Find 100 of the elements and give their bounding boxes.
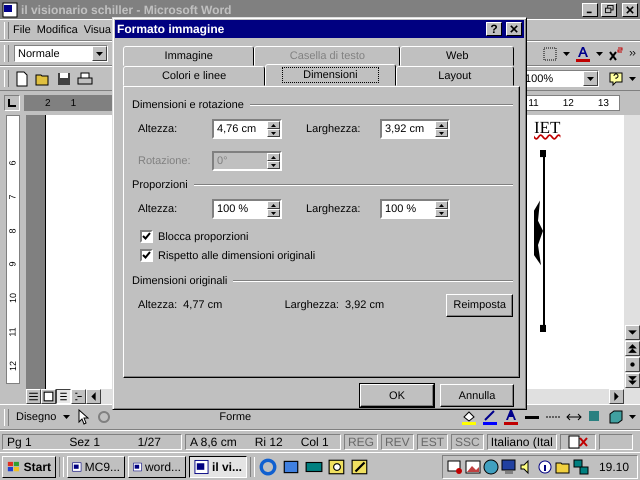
shapes-menu[interactable]: Forme <box>217 411 254 423</box>
ruler-number: 8 <box>8 228 18 234</box>
scale-width-spinbox[interactable]: 100 % <box>380 199 450 219</box>
tab[interactable]: Dimensioni <box>265 64 396 86</box>
down-arrow-icon[interactable] <box>271 212 276 214</box>
menu-item[interactable]: Modifica <box>34 24 80 36</box>
next-page-icon[interactable] <box>624 373 640 388</box>
ruler-number: 10 <box>8 293 18 304</box>
left-tab-icon <box>8 99 16 107</box>
reset-button[interactable]: Reimposta <box>446 294 513 316</box>
page-view-icon[interactable] <box>56 389 71 404</box>
down-arrow-icon[interactable] <box>439 212 444 214</box>
web-view-icon[interactable] <box>41 389 56 404</box>
height-spinbox[interactable]: 4,76 cm <box>212 119 282 139</box>
pencil-icon[interactable] <box>351 458 369 476</box>
scroll-right-icon[interactable] <box>609 389 624 404</box>
document-icon <box>194 458 209 474</box>
checkbox-label[interactable]: Blocca proporzioni <box>158 230 248 242</box>
close-icon <box>626 6 634 14</box>
original-width: 3,92 cm <box>345 299 386 311</box>
menu-item[interactable]: File <box>11 24 33 36</box>
network-icon[interactable] <box>572 458 589 474</box>
checkbox-label[interactable]: Rispetto alle dimensioni originali <box>158 250 316 262</box>
ruler-number: 12 <box>8 360 18 371</box>
tab[interactable]: Colori e linee <box>123 66 266 86</box>
up-arrow-icon[interactable] <box>439 204 444 206</box>
font-color-icon[interactable] <box>575 46 591 62</box>
fill-color-icon[interactable] <box>461 409 477 425</box>
field-label: Larghezza: <box>284 299 339 311</box>
ruler-number: 6 <box>8 160 18 166</box>
down-arrow-icon[interactable] <box>439 132 444 134</box>
help-button[interactable]: ? <box>486 22 502 36</box>
line-color-icon[interactable] <box>482 409 498 425</box>
image-icon[interactable] <box>464 458 481 474</box>
taskbar-button[interactable]: il vi... <box>189 456 247 478</box>
printer-icon[interactable] <box>77 70 93 86</box>
up-arrow-icon[interactable] <box>439 124 444 126</box>
up-arrow-icon[interactable] <box>271 204 276 206</box>
borders-icon[interactable] <box>542 46 558 62</box>
dialog-button[interactable]: Annulla <box>440 384 514 407</box>
globe-icon[interactable] <box>482 458 499 474</box>
status-indicator: Italiano (Ital <box>486 434 557 450</box>
close-button[interactable] <box>506 22 522 36</box>
field-label: Rotazione: <box>138 155 192 167</box>
caret-icon[interactable] <box>629 414 636 420</box>
superscript-icon[interactable] <box>608 46 624 62</box>
scroll-down-icon[interactable] <box>624 325 640 340</box>
caret-icon <box>96 52 103 56</box>
width-spinbox[interactable]: 3,92 cm <box>380 119 450 139</box>
field-label: Larghezza: <box>306 123 362 135</box>
normal-view-icon[interactable] <box>26 389 41 404</box>
caret-icon[interactable] <box>63 414 70 420</box>
taskbar-button[interactable]: word... <box>128 456 186 478</box>
draw-menu[interactable]: Disegno <box>14 411 58 423</box>
scheduler-icon[interactable] <box>446 458 463 474</box>
caret-icon[interactable] <box>629 76 636 82</box>
close-button[interactable] <box>622 2 638 16</box>
restore-button[interactable] <box>601 2 617 16</box>
search-icon[interactable] <box>328 458 346 476</box>
scale-height-spinbox[interactable]: 100 % <box>212 199 282 219</box>
document-text: IET <box>534 118 562 138</box>
menu-item[interactable]: Visua <box>82 24 114 36</box>
dialog-button[interactable]: OK <box>360 384 434 407</box>
help-icon[interactable] <box>608 70 624 86</box>
taskbar-button[interactable]: MC9... <box>67 456 125 478</box>
cube-icon[interactable] <box>608 409 624 425</box>
minimize-button[interactable] <box>582 2 598 16</box>
ruler-number: 11 <box>528 98 539 108</box>
checkbox[interactable] <box>140 230 153 243</box>
previous-page-icon[interactable] <box>624 341 640 356</box>
outline-view-icon[interactable] <box>71 389 86 404</box>
tab[interactable]: Web <box>400 46 514 66</box>
window-title: il visionario schiller - Microsoft Word <box>21 2 232 16</box>
browser-icon[interactable] <box>259 458 277 476</box>
down-arrow-icon[interactable] <box>271 132 276 134</box>
style-dropdown[interactable]: Normale <box>14 45 108 62</box>
status-indicator: SSC <box>451 434 484 450</box>
ruler-number: 11 <box>8 327 18 337</box>
monitor-icon[interactable] <box>500 458 517 474</box>
caret-icon[interactable] <box>596 50 603 56</box>
info-icon[interactable] <box>536 458 553 474</box>
clock: 19.10 <box>598 460 629 474</box>
checkbox[interactable] <box>140 249 153 262</box>
ruler-number: 13 <box>598 98 609 108</box>
ruler-number: 1 <box>70 98 76 108</box>
caret-icon[interactable] <box>563 50 570 56</box>
ruler-number: 12 <box>562 98 574 108</box>
up-arrow-icon[interactable] <box>271 124 276 126</box>
status-indicator: EST <box>416 434 448 450</box>
tab-selector[interactable] <box>4 95 20 111</box>
more-icon[interactable] <box>629 50 636 56</box>
tab[interactable]: Layout <box>396 66 514 86</box>
font-color-icon[interactable] <box>503 409 519 425</box>
new-document-icon[interactable] <box>14 70 30 86</box>
caret-icon <box>587 76 594 80</box>
original-height: 4,77 cm <box>183 299 224 311</box>
start-button[interactable]: Start <box>2 456 56 478</box>
tab[interactable]: Immagine <box>123 46 254 66</box>
scroll-left-icon[interactable] <box>86 389 101 404</box>
browse-object-icon[interactable] <box>624 357 640 372</box>
